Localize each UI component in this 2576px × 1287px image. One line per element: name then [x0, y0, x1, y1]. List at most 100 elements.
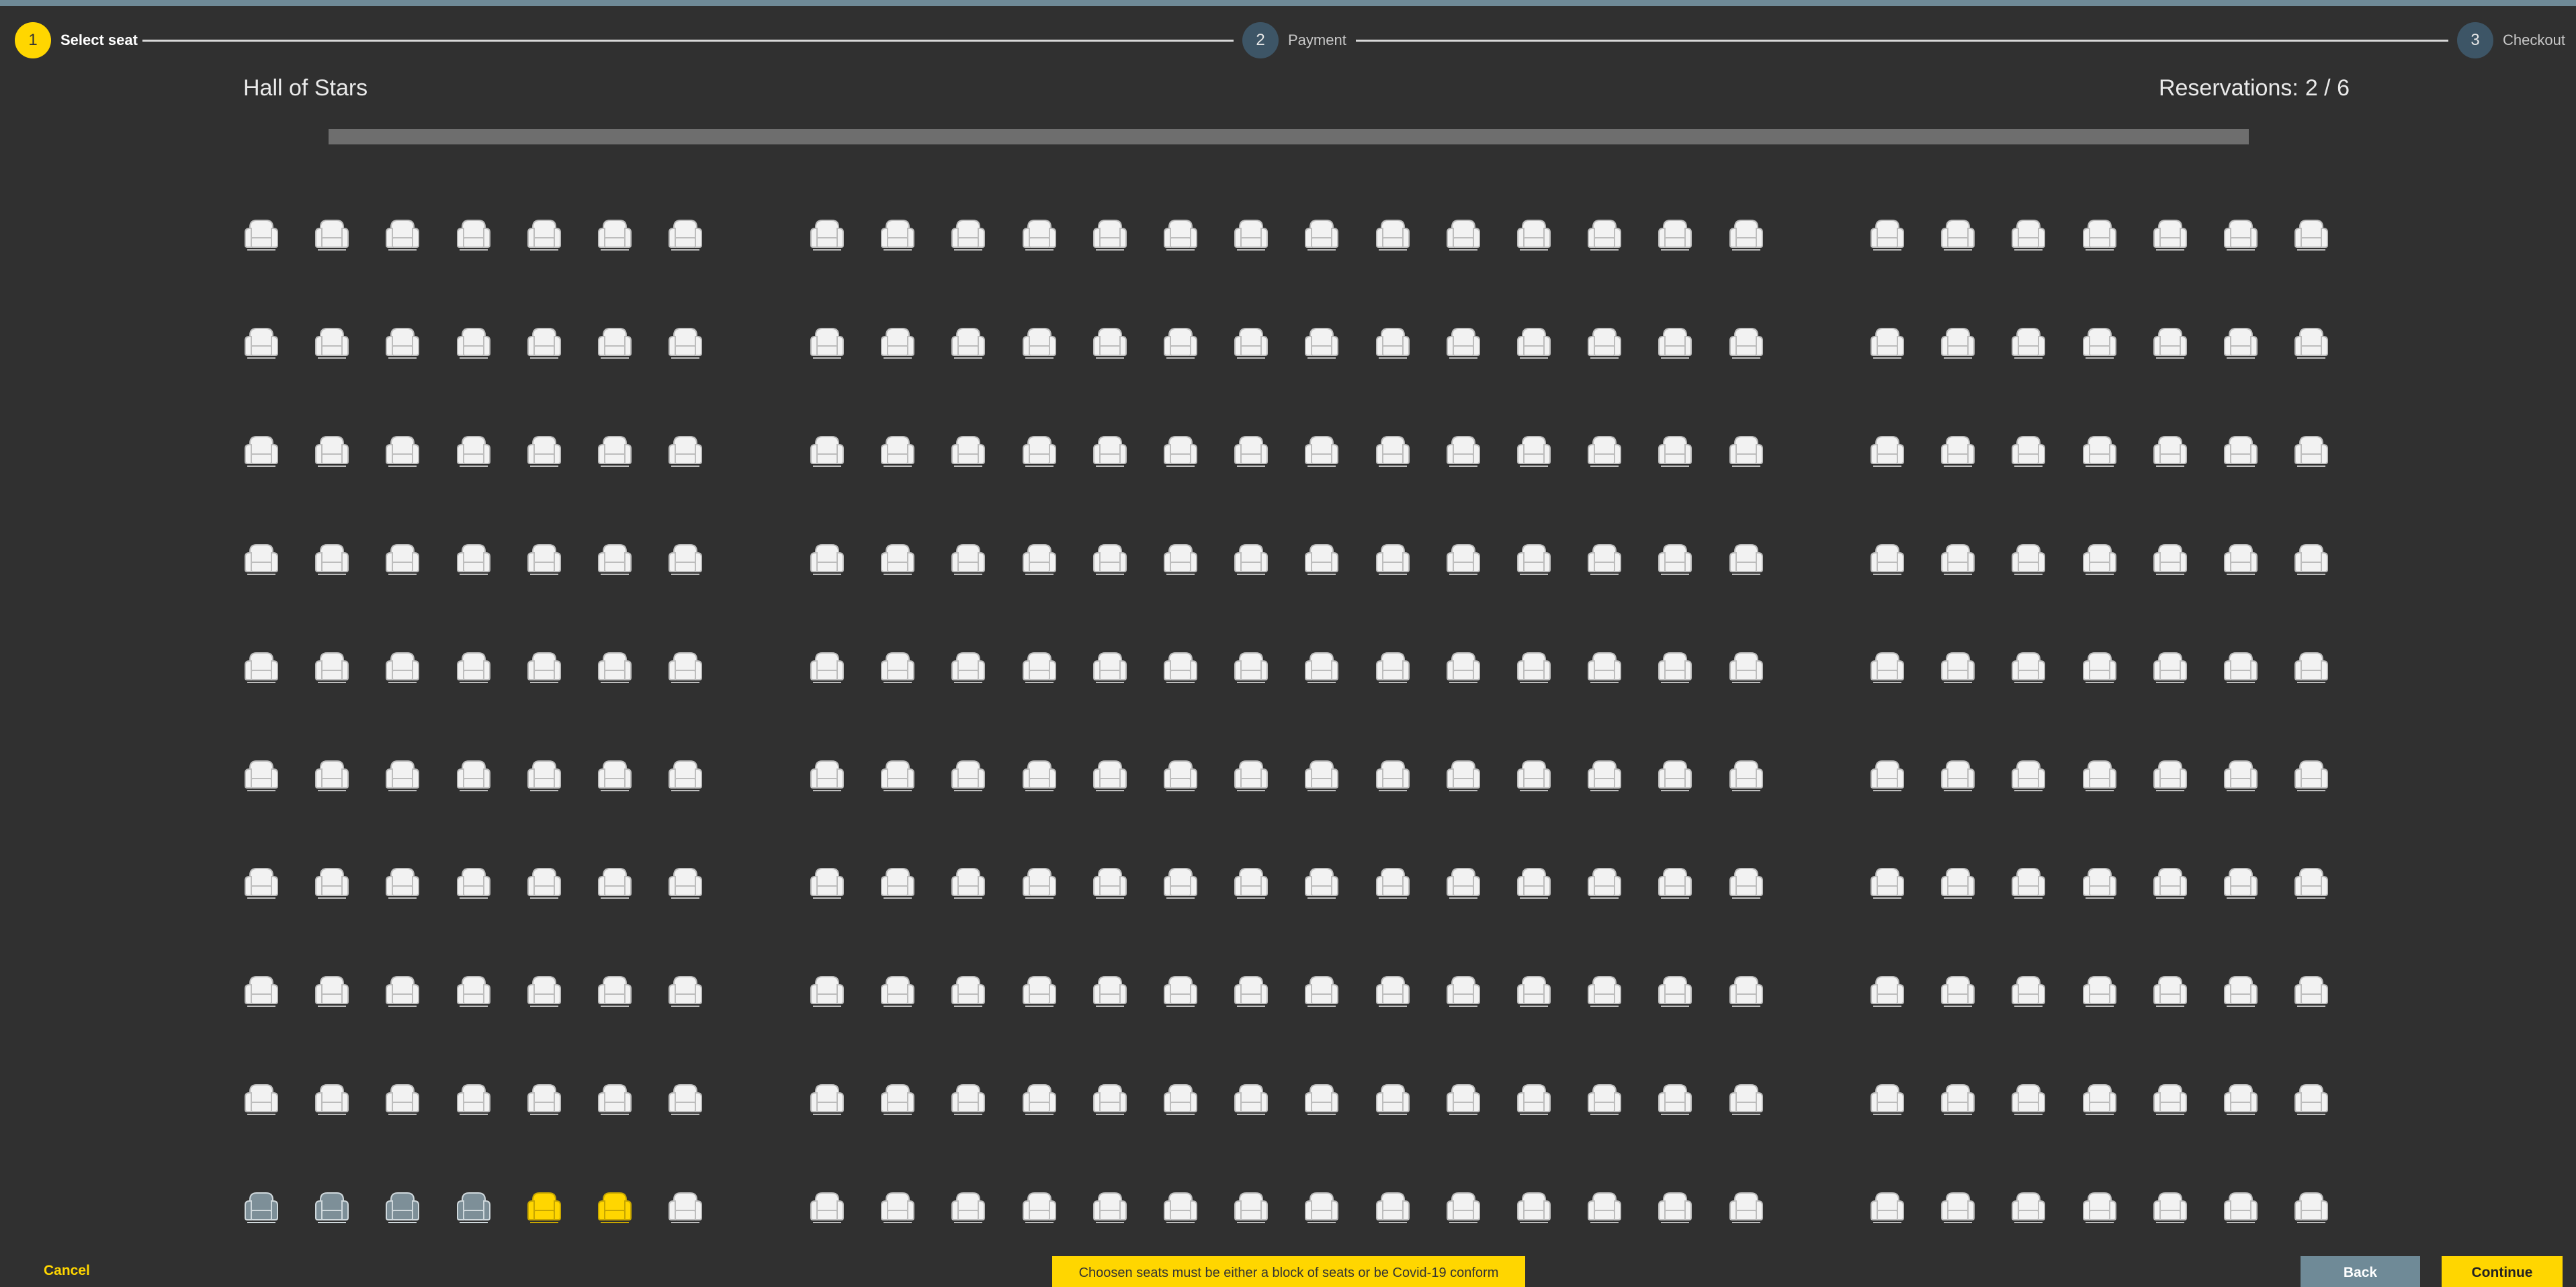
- seat-available[interactable]: [243, 542, 280, 577]
- seat-available[interactable]: [2010, 758, 2047, 793]
- seat-available[interactable]: [2010, 974, 2047, 1009]
- seat-available[interactable]: [1375, 866, 1411, 901]
- seat-available[interactable]: [1445, 542, 1482, 577]
- seat-available[interactable]: [2081, 218, 2118, 253]
- seat-available[interactable]: [597, 218, 633, 253]
- seat-available[interactable]: [1375, 650, 1411, 685]
- seat-available[interactable]: [1728, 1190, 1764, 1225]
- continue-button[interactable]: Continue: [2442, 1256, 2563, 1287]
- seat-available[interactable]: [384, 1082, 421, 1117]
- seat-available[interactable]: [1021, 1190, 1058, 1225]
- seat-available[interactable]: [879, 1190, 916, 1225]
- seat-available[interactable]: [456, 758, 492, 793]
- seat-available[interactable]: [1021, 758, 1058, 793]
- seat-available[interactable]: [243, 758, 280, 793]
- seat-available[interactable]: [2293, 758, 2329, 793]
- seat-available[interactable]: [950, 326, 986, 361]
- seat-available[interactable]: [597, 1082, 633, 1117]
- seat-available[interactable]: [1233, 434, 1269, 469]
- seat-available[interactable]: [667, 1190, 703, 1225]
- seat-available[interactable]: [1162, 326, 1199, 361]
- seat-available[interactable]: [1303, 542, 1340, 577]
- seat-available[interactable]: [1869, 1190, 1905, 1225]
- seat-available[interactable]: [384, 974, 421, 1009]
- seat-available[interactable]: [1728, 758, 1764, 793]
- seat-available[interactable]: [1445, 758, 1482, 793]
- seat-available[interactable]: [1375, 434, 1411, 469]
- seat-available[interactable]: [1940, 434, 1976, 469]
- seat-available[interactable]: [2081, 974, 2118, 1009]
- seat-available[interactable]: [2293, 650, 2329, 685]
- seat-available[interactable]: [1657, 1190, 1693, 1225]
- seat-available[interactable]: [809, 1082, 845, 1117]
- seat-available[interactable]: [1233, 218, 1269, 253]
- seat-available[interactable]: [1586, 434, 1623, 469]
- seat-available[interactable]: [243, 974, 280, 1009]
- seat-available[interactable]: [1657, 218, 1693, 253]
- seat-taken[interactable]: [456, 1190, 492, 1225]
- seat-available[interactable]: [1657, 1082, 1693, 1117]
- seat-available[interactable]: [1869, 542, 1905, 577]
- seat-available[interactable]: [1092, 434, 1128, 469]
- seat-available[interactable]: [456, 326, 492, 361]
- seat-available[interactable]: [950, 1082, 986, 1117]
- seat-available[interactable]: [1162, 218, 1199, 253]
- seat-available[interactable]: [1940, 218, 1976, 253]
- seat-available[interactable]: [1021, 218, 1058, 253]
- seat-available[interactable]: [1869, 1082, 1905, 1117]
- seat-selected[interactable]: [526, 1190, 562, 1225]
- seat-available[interactable]: [667, 866, 703, 901]
- seat-available[interactable]: [1375, 758, 1411, 793]
- seat-available[interactable]: [2223, 326, 2259, 361]
- seat-available[interactable]: [1375, 974, 1411, 1009]
- seat-available[interactable]: [2293, 542, 2329, 577]
- seat-available[interactable]: [1869, 434, 1905, 469]
- seat-available[interactable]: [809, 1190, 845, 1225]
- seat-available[interactable]: [1092, 542, 1128, 577]
- seat-available[interactable]: [1092, 866, 1128, 901]
- seat-available[interactable]: [950, 974, 986, 1009]
- cancel-button[interactable]: Cancel: [44, 1263, 90, 1279]
- seat-available[interactable]: [2152, 1082, 2188, 1117]
- seat-available[interactable]: [1303, 758, 1340, 793]
- seat-available[interactable]: [809, 326, 845, 361]
- seat-available[interactable]: [243, 1082, 280, 1117]
- seat-available[interactable]: [2223, 650, 2259, 685]
- seat-available[interactable]: [1445, 1190, 1482, 1225]
- seat-available[interactable]: [950, 866, 986, 901]
- seat-available[interactable]: [879, 974, 916, 1009]
- seat-available[interactable]: [1940, 1082, 1976, 1117]
- seat-available[interactable]: [2010, 1082, 2047, 1117]
- seat-available[interactable]: [597, 866, 633, 901]
- seat-available[interactable]: [1162, 434, 1199, 469]
- seat-available[interactable]: [384, 542, 421, 577]
- seat-available[interactable]: [1303, 974, 1340, 1009]
- seat-available[interactable]: [1303, 218, 1340, 253]
- seat-available[interactable]: [1021, 650, 1058, 685]
- seat-available[interactable]: [1516, 866, 1552, 901]
- seat-available[interactable]: [667, 650, 703, 685]
- seat-available[interactable]: [1657, 758, 1693, 793]
- seat-available[interactable]: [2293, 1190, 2329, 1225]
- seat-available[interactable]: [1162, 542, 1199, 577]
- seat-available[interactable]: [2081, 650, 2118, 685]
- seat-available[interactable]: [1657, 866, 1693, 901]
- seat-available[interactable]: [1728, 650, 1764, 685]
- seat-available[interactable]: [1092, 650, 1128, 685]
- seat-available[interactable]: [384, 866, 421, 901]
- seat-available[interactable]: [1445, 326, 1482, 361]
- seat-available[interactable]: [2010, 434, 2047, 469]
- seat-available[interactable]: [950, 218, 986, 253]
- seat-available[interactable]: [1516, 974, 1552, 1009]
- seat-available[interactable]: [809, 434, 845, 469]
- seat-available[interactable]: [1092, 218, 1128, 253]
- back-button[interactable]: Back: [2301, 1256, 2420, 1287]
- seat-available[interactable]: [243, 326, 280, 361]
- seat-available[interactable]: [809, 218, 845, 253]
- seat-available[interactable]: [526, 650, 562, 685]
- seat-available[interactable]: [809, 866, 845, 901]
- seat-available[interactable]: [1021, 542, 1058, 577]
- seat-available[interactable]: [1586, 542, 1623, 577]
- seat-taken[interactable]: [243, 1190, 280, 1225]
- seat-available[interactable]: [2152, 218, 2188, 253]
